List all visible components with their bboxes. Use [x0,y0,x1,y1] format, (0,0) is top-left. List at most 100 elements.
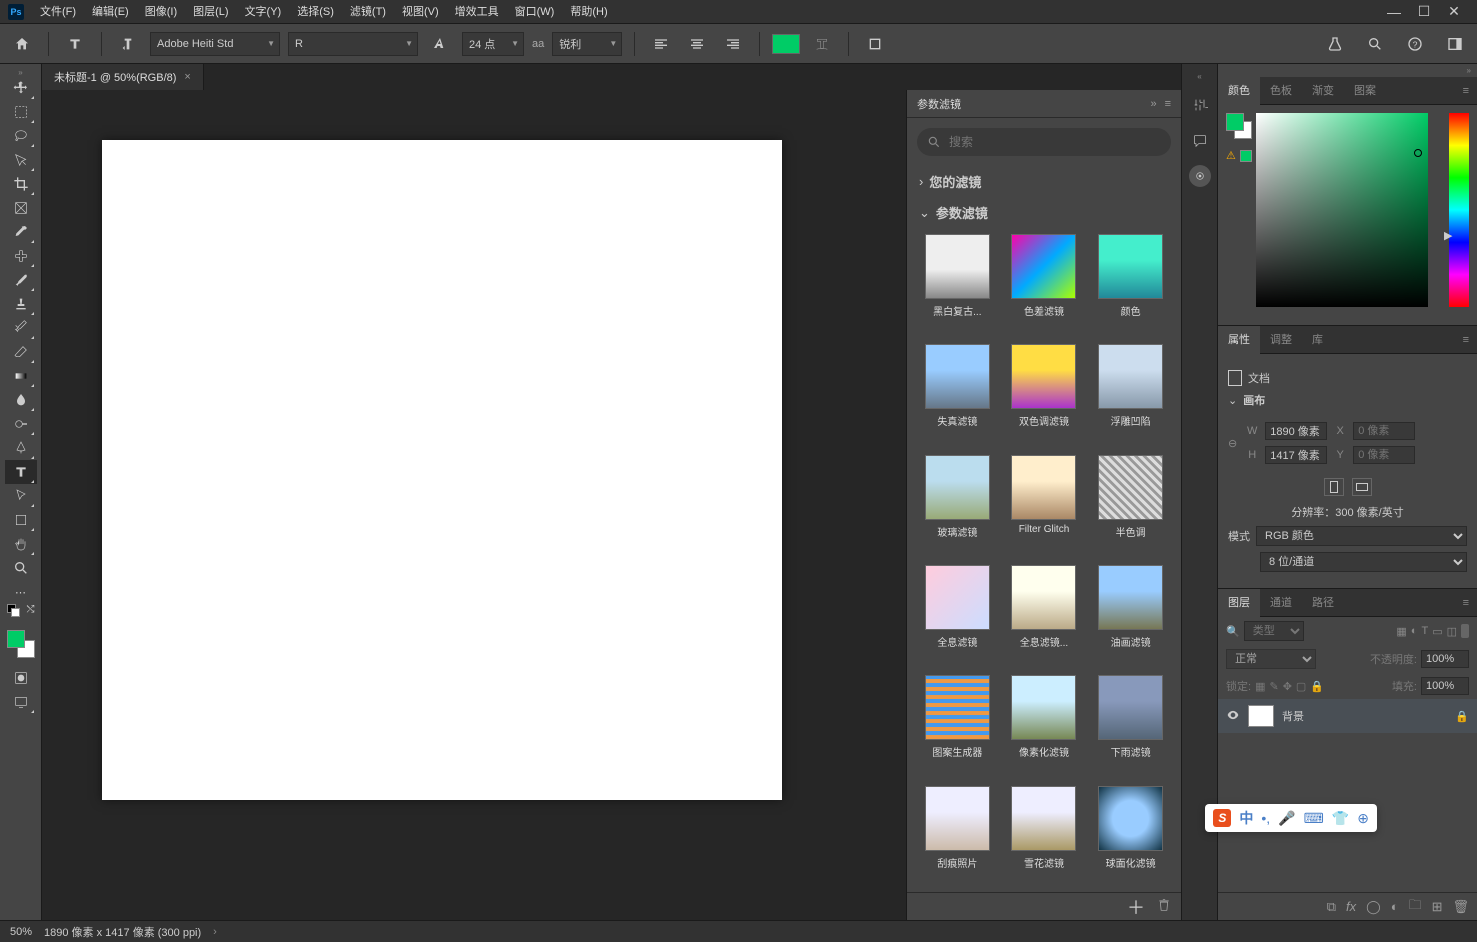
filter-item[interactable]: 玻璃滤镜 [919,455,996,555]
color-panel-menu[interactable]: ≡ [1455,85,1477,97]
tab-libraries[interactable]: 库 [1302,326,1333,354]
text-align-center[interactable] [683,30,711,58]
type-tool[interactable] [5,460,37,484]
menu-filter[interactable]: 滤镜(T) [342,0,394,24]
home-button[interactable] [8,30,36,58]
move-tool[interactable] [5,76,37,100]
tab-layers[interactable]: 图层 [1218,589,1260,617]
color-controls[interactable] [7,630,35,658]
param-filters-section[interactable]: ⌄参数滤镜 [907,197,1181,228]
lock-pixels-icon[interactable]: ▦ [1255,680,1265,693]
layer-filter-type[interactable]: 类型 [1244,621,1304,641]
ime-keyboard-icon[interactable]: ⌨ [1304,810,1324,827]
layer-name[interactable]: 背景 [1282,708,1304,724]
filter-item[interactable]: 雪花滤镜 [1006,786,1083,886]
antialias-select[interactable]: 锐利▼ [552,32,622,56]
blend-mode-select[interactable]: 正常 [1226,649,1316,669]
menu-layer[interactable]: 图层(L) [185,0,236,24]
zoom-level[interactable]: 50% [10,926,32,938]
tab-channels[interactable]: 通道 [1260,589,1302,617]
close-tab-icon[interactable]: × [184,71,190,83]
workspace-switch[interactable] [1441,30,1469,58]
tab-properties[interactable]: 属性 [1218,326,1260,354]
collapse-panel-icon[interactable]: » [1150,98,1156,110]
group-layers-icon[interactable]: 🗀 [1409,896,1422,918]
zoom-tool[interactable] [5,556,37,580]
hand-tool[interactable] [5,532,37,556]
eraser-tool[interactable] [5,340,37,364]
dock-circle-icon[interactable] [1189,165,1211,187]
ime-bar[interactable]: S 中 •, 🎤 ⌨ 👕 ⊕ [1205,804,1377,832]
hue-slider[interactable]: ▶ [1449,113,1469,307]
help-button[interactable]: ? [1401,30,1429,58]
layers-panel-menu[interactable]: ≡ [1455,597,1477,609]
filter-search-input[interactable] [949,135,1161,149]
history-brush-tool[interactable] [5,316,37,340]
filter-item[interactable]: 黑白复古... [919,234,996,334]
layer-background[interactable]: 背景 🔒 [1218,699,1477,733]
filter-item[interactable]: 颜色 [1092,234,1169,334]
tab-adjustments[interactable]: 调整 [1260,326,1302,354]
layer-mask-icon[interactable]: ◯ [1366,899,1381,915]
character-panel-toggle[interactable] [861,30,889,58]
filter-type-icon[interactable]: 🔍 [1226,625,1240,638]
your-filters-section[interactable]: ›您的滤镜 [907,166,1181,197]
ime-punct-icon[interactable]: •, [1261,810,1270,826]
window-maximize[interactable]: ☐ [1409,2,1439,22]
frame-tool[interactable] [5,196,37,220]
window-close[interactable]: ✕ [1439,2,1469,22]
filter-toggle[interactable] [1461,624,1469,638]
chevron-down-icon[interactable]: ⌄ [1228,394,1237,407]
menu-file[interactable]: 文件(F) [32,0,84,24]
lock-artboard-icon[interactable]: ▢ [1296,680,1306,693]
foreground-color[interactable] [7,630,25,648]
font-style-select[interactable]: R▼ [288,32,418,56]
text-align-left[interactable] [647,30,675,58]
color-mode-select[interactable]: RGB 颜色 [1256,526,1467,546]
menu-image[interactable]: 图像(I) [137,0,185,24]
screen-mode-toggle[interactable] [5,690,37,714]
stamp-tool[interactable] [5,292,37,316]
height-input[interactable] [1265,446,1327,464]
window-minimize[interactable]: ― [1379,2,1409,22]
filter-search[interactable] [917,128,1171,156]
menu-view[interactable]: 视图(V) [394,0,447,24]
layer-fx-icon[interactable]: fx [1346,899,1356,914]
ime-lang[interactable]: 中 [1239,808,1253,828]
menu-plugins[interactable]: 增效工具 [447,0,507,24]
fill-input[interactable] [1421,677,1469,695]
lock-position-icon[interactable]: ✥ [1283,680,1292,693]
gamut-warning-icon[interactable]: ⚠ [1226,149,1236,162]
x-input[interactable] [1353,422,1415,440]
ime-more-icon[interactable]: ⊕ [1357,810,1369,827]
quick-mask-toggle[interactable] [5,666,37,690]
new-layer-icon[interactable]: ⊞ [1432,899,1443,915]
lasso-tool[interactable] [5,124,37,148]
path-select-tool[interactable] [5,484,37,508]
dock-comment-icon[interactable] [1188,129,1212,153]
orientation-landscape[interactable] [1352,478,1372,496]
healing-tool[interactable] [5,244,37,268]
add-filter-button[interactable]: ＋ [1127,894,1145,920]
blur-tool[interactable] [5,388,37,412]
edit-toolbar[interactable]: ⋯ [5,580,37,604]
adjustment-layer-icon[interactable]: ◐ [1391,899,1399,914]
dodge-tool[interactable] [5,412,37,436]
menu-select[interactable]: 选择(S) [289,0,342,24]
selection-tool[interactable] [5,148,37,172]
ime-voice-icon[interactable]: 🎤 [1278,810,1295,827]
opacity-input[interactable] [1421,650,1469,668]
tab-patterns[interactable]: 图案 [1344,77,1386,105]
color-field[interactable] [1256,113,1428,307]
filter-pixel-icon[interactable]: ▦ [1396,625,1406,638]
width-input[interactable] [1265,422,1327,440]
pen-tool[interactable] [5,436,37,460]
menu-edit[interactable]: 编辑(E) [84,0,137,24]
canvas[interactable] [102,140,782,800]
filter-item[interactable]: 油画滤镜 [1092,565,1169,665]
font-family-select[interactable]: Adobe Heiti Std▼ [150,32,280,56]
lock-paint-icon[interactable]: ✎ [1269,680,1278,693]
cp-foreground[interactable] [1226,113,1244,131]
tab-paths[interactable]: 路径 [1302,589,1344,617]
filter-item[interactable]: 半色调 [1092,455,1169,555]
